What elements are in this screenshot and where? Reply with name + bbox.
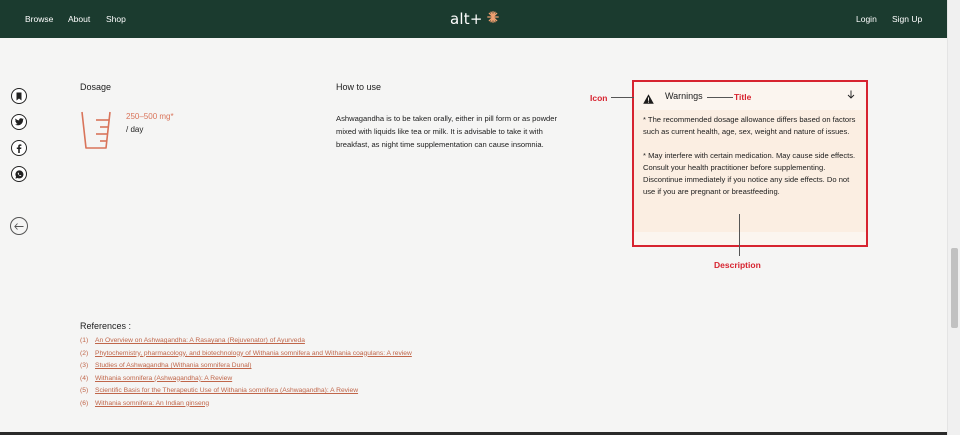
nav-login[interactable]: Login — [856, 14, 877, 24]
facebook-icon[interactable] — [11, 140, 27, 156]
reference-number: (1) — [80, 337, 89, 344]
annotation-description-line — [739, 214, 740, 256]
nav-shop[interactable]: Shop — [106, 14, 126, 24]
reference-item: (1) An Overview on Ashwagandha: A Rasayan… — [80, 335, 412, 348]
warning-paragraph: * May interfere with certain medication.… — [643, 151, 856, 196]
scrollbar-thumb[interactable] — [951, 248, 958, 328]
vertical-scrollbar[interactable] — [947, 0, 960, 435]
references-heading: References : — [80, 321, 132, 331]
nav-browse[interactable]: Browse — [25, 14, 53, 24]
reference-item: (4) Withania somnifera (Ashwagandha): A R… — [80, 373, 412, 386]
back-arrow-icon[interactable] — [10, 217, 28, 235]
reference-link[interactable]: Withania somnifera: An Indian ginseng — [95, 400, 209, 407]
reference-number: (4) — [80, 374, 89, 382]
dosage-range: 250–500 mg* — [126, 112, 174, 121]
annotation-description-label: Description — [714, 260, 761, 270]
reference-link[interactable]: Phytochemistry, pharmacology, and biotec… — [95, 350, 412, 357]
references-list: (1) An Overview on Ashwagandha: A Rasayan… — [80, 335, 412, 410]
reference-item: (3) Studies of Ashwagandha (Withania somn… — [80, 360, 412, 373]
sun-star-icon — [486, 10, 499, 28]
reference-item: (5) Scientific Basis for the Therapeutic … — [80, 385, 412, 398]
how-to-use-text: Ashwagandha is to be taken orally, eithe… — [336, 114, 558, 149]
bookmark-icon[interactable] — [11, 88, 27, 104]
warnings-panel: Warnings * The recommended dosage allowa… — [632, 80, 868, 247]
nav-sign-up[interactable]: Sign Up — [892, 14, 922, 24]
annotation-title-line — [707, 97, 733, 98]
reference-link[interactable]: An Overview on Ashwagandha: A Rasayana (… — [95, 337, 305, 344]
top-navigation-bar: Browse About Shop alt+ Login Sign Up — [0, 0, 947, 38]
chevron-down-icon[interactable] — [847, 90, 855, 101]
reference-number: (5) — [80, 387, 89, 394]
nav-about[interactable]: About — [68, 14, 90, 24]
warnings-description: * The recommended dosage allowance diffe… — [643, 114, 857, 210]
logo-text: alt+ — [450, 10, 483, 28]
dosage-unit: / day — [126, 125, 144, 134]
reference-link[interactable]: Withania somnifera (Ashwagandha): A Revi… — [95, 375, 232, 382]
annotation-icon-label: Icon — [590, 93, 608, 103]
annotation-icon-line — [611, 97, 634, 98]
how-to-use-heading: How to use — [336, 82, 382, 92]
warning-icon — [643, 91, 654, 109]
reference-number: (2) — [80, 349, 89, 357]
reference-number: (3) — [80, 362, 89, 369]
reference-item: (6) Withania somnifera: An Indian ginseng — [80, 398, 412, 411]
reference-link[interactable]: Scientific Basis for the Therapeutic Use… — [95, 387, 358, 394]
twitter-icon[interactable] — [11, 114, 27, 130]
logo[interactable]: alt+ — [450, 9, 499, 29]
whatsapp-icon[interactable] — [11, 166, 27, 182]
warnings-title: Warnings — [665, 91, 703, 101]
dosage-heading: Dosage — [80, 82, 112, 92]
measuring-cup-icon — [80, 110, 112, 155]
warning-paragraph: * The recommended dosage allowance diffe… — [643, 115, 856, 136]
reference-item: (2) Phytochemistry, pharmacology, and bio… — [80, 348, 412, 361]
reference-link[interactable]: Studies of Ashwagandha (Withania somnife… — [95, 362, 252, 369]
annotation-title-label: Title — [734, 92, 752, 102]
reference-number: (6) — [80, 399, 89, 407]
